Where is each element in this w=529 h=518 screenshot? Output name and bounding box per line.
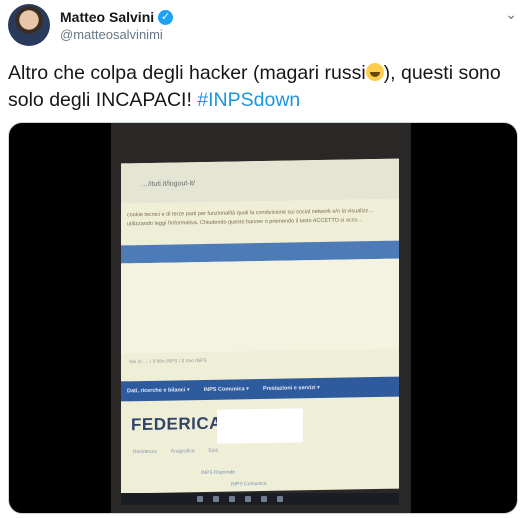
nav-item: Dati, ricerche e bilanci ▾ [127, 387, 190, 395]
taskbar-icon [277, 496, 283, 502]
taskbar-icon [197, 496, 203, 502]
site-nav-bar: Dati, ricerche e bilanci ▾ INPS Comunica… [121, 376, 399, 402]
chevron-down-icon[interactable]: ⌄ [505, 6, 517, 23]
screen-content: …/ituti.it/logout-it/ cookie tecnici e d… [121, 158, 399, 494]
tweet-text: Altro che colpa degli hacker (magari rus… [8, 60, 518, 114]
breadcrumb: Sei in: ... / Il Mio INPS / Il mio INPS [129, 357, 207, 366]
address-text: …/ituti.it/logout-it/ [141, 180, 196, 189]
author-handle[interactable]: @matteosalvinimi [60, 27, 163, 42]
lower-links: INPS Risponde INPS Comunica [201, 469, 267, 488]
author-name[interactable]: Matteo Salvini [60, 9, 154, 25]
avatar[interactable] [8, 4, 50, 46]
sub-link: Anagrafica [170, 448, 195, 455]
user-name-label: FEDERICA [131, 413, 222, 435]
sub-link: Residenza [133, 448, 157, 456]
rolling-on-floor-laughing-icon [365, 63, 384, 81]
hashtag-link[interactable]: #INPSdown [197, 89, 300, 111]
sub-links: Residenza Anagrafica Esiti [133, 448, 218, 455]
nav-item: Prestazioni e servizi ▾ [262, 384, 320, 392]
browser-address-bar: …/ituti.it/logout-it/ [121, 158, 399, 204]
taskbar-icon [229, 496, 235, 502]
video-player[interactable]: …/ituti.it/logout-it/ cookie tecnici e d… [8, 122, 518, 514]
banner-area [121, 258, 399, 354]
tweet-text-part1: Altro che colpa degli hacker (magari rus… [8, 62, 366, 84]
cookie-notice: cookie tecnici e di terze parti per funz… [127, 208, 374, 228]
taskbar-icon [213, 496, 219, 502]
taskbar-icon [261, 496, 267, 502]
taskbar-icon [245, 496, 251, 502]
lower-link: INPS Risponde [201, 469, 236, 477]
video-frame: …/ituti.it/logout-it/ cookie tecnici e d… [111, 123, 411, 513]
verified-badge-icon: ✓ [158, 9, 174, 25]
nav-item: INPS Comunica ▾ [203, 386, 249, 393]
author-row: Matteo Salvini ✓ [60, 9, 174, 25]
redaction-box [217, 408, 303, 444]
lower-link: INPS Comunica [231, 480, 267, 488]
taskbar [121, 493, 399, 505]
sub-link: Esiti [208, 447, 218, 454]
